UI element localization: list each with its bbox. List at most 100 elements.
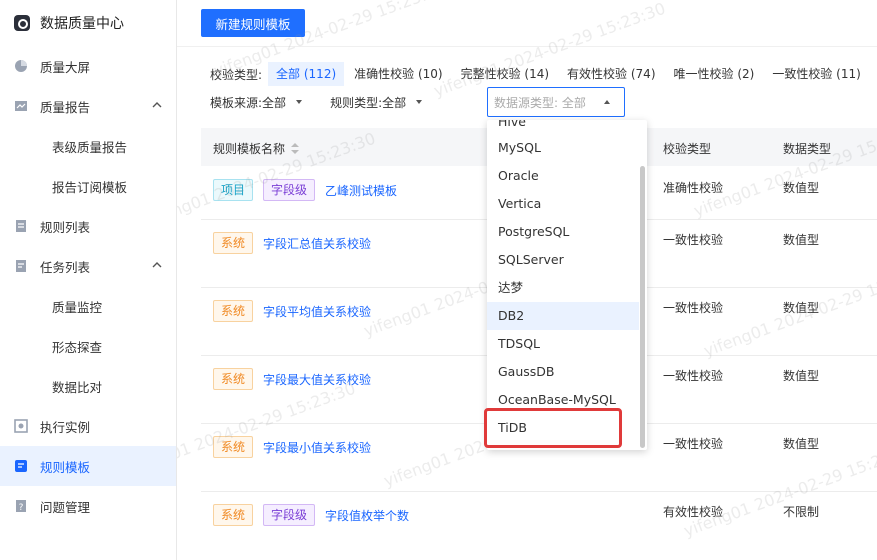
datasource-option-gaussdb[interactable]: GaussDB <box>487 358 639 386</box>
row-check-type: 一致性校验 <box>663 369 724 383</box>
chevron-up-icon <box>152 102 162 108</box>
template-name-link[interactable]: 字段最大值关系校验 <box>263 371 371 388</box>
scope-tag-system: 系统 <box>213 368 254 390</box>
sidebar-item-quality-report[interactable]: 质量报告 <box>0 86 176 126</box>
sidebar-item-data-compare[interactable]: 数据比对 <box>0 366 176 406</box>
datasource-option-vertica[interactable]: Vertica <box>487 190 639 218</box>
row-name-cell: 系统 字段平均值关系校验 <box>213 300 371 322</box>
sidebar-item-table-quality-report[interactable]: 表级质量报告 <box>0 126 176 166</box>
sidebar-item-label: 任务列表 <box>40 259 91 275</box>
column-header-name[interactable]: 规则模板名称 <box>213 140 300 157</box>
template-name-link[interactable]: 乙峰测试模板 <box>325 182 397 199</box>
template-source-label: 模板来源: <box>210 95 263 110</box>
sidebar-item-label: 质量监控 <box>52 299 103 315</box>
template-source-select[interactable]: 模板来源: 全部 <box>210 94 303 111</box>
sidebar-item-label: 问题管理 <box>40 499 91 515</box>
check-type-chip-uniqueness[interactable]: 唯一性校验 (2) <box>666 62 763 86</box>
row-data-type: 数值型 <box>783 369 820 383</box>
sidebar-item-report-subscription-template[interactable]: 报告订阅模板 <box>0 166 176 206</box>
caret-down-icon <box>296 100 303 104</box>
app-logo-icon <box>14 15 30 31</box>
datasource-type-select[interactable]: 数据源类型: 全部 <box>487 87 625 117</box>
check-type-chip-all[interactable]: 全部 (112) <box>268 62 345 86</box>
row-data-type: 数值型 <box>783 437 820 451</box>
sidebar-item-task-list[interactable]: 任务列表 <box>0 246 176 286</box>
datasource-option-tidb[interactable]: TiDB <box>487 414 639 442</box>
template-icon <box>15 460 27 472</box>
datasource-option-db2[interactable]: DB2 <box>487 302 639 330</box>
dropdown-scrollbar[interactable] <box>640 166 645 448</box>
scope-tag-project: 项目 <box>213 179 254 201</box>
row-check-type: 准确性校验 <box>663 181 724 195</box>
app-title: 数据质量中心 <box>40 16 124 32</box>
template-name-link[interactable]: 字段汇总值关系校验 <box>263 235 371 252</box>
sort-icon[interactable] <box>291 143 300 155</box>
check-type-chip-accuracy[interactable]: 准确性校验 (10) <box>346 62 450 86</box>
rule-type-label: 规则类型: <box>330 95 383 110</box>
template-name-link[interactable]: 字段平均值关系校验 <box>263 303 371 320</box>
sidebar-item-label: 质量大屏 <box>40 59 91 75</box>
rule-type-select[interactable]: 规则类型: 全部 <box>330 94 423 111</box>
check-type-chip-validity[interactable]: 有效性校验 (74) <box>559 62 663 86</box>
scope-tag-system: 系统 <box>213 436 254 458</box>
sidebar-item-label: 表级质量报告 <box>52 139 128 155</box>
row-check-type: 一致性校验 <box>663 301 724 315</box>
sidebar-item-label: 规则模板 <box>40 459 91 475</box>
chevron-up-icon <box>152 262 162 268</box>
issue-icon: ? <box>16 500 26 513</box>
sidebar-item-quality-monitor[interactable]: 质量监控 <box>0 286 176 326</box>
scope-tag-system: 系统 <box>213 504 254 526</box>
row-data-type: 数值型 <box>783 233 820 247</box>
datasource-type-dropdown: Hive MySQL Oracle Vertica PostgreSQL SQL… <box>487 120 647 450</box>
sidebar-item-profile-explore[interactable]: 形态探查 <box>0 326 176 366</box>
check-type-filter: 校验类型: 全部 (112) 准确性校验 (10) 完整性校验 (14) 有效性… <box>210 62 871 86</box>
template-source-value: 全部 <box>262 95 287 110</box>
header-divider <box>177 46 877 47</box>
table-row: 系统 字段级 字段值枚举个数 有效性校验 不限制 <box>201 492 877 560</box>
row-name-cell: 系统 字段最小值关系校验 <box>213 436 371 458</box>
new-template-button[interactable]: 新建规则模板 <box>201 9 305 37</box>
caret-up-icon <box>604 100 610 104</box>
sidebar-item-execution-instance[interactable]: 执行实例 <box>0 406 176 446</box>
datasource-option-tdsql[interactable]: TDSQL <box>487 330 639 358</box>
check-type-chip-completeness[interactable]: 完整性校验 (14) <box>453 62 557 86</box>
datasource-option-mysql[interactable]: MySQL <box>487 134 639 162</box>
row-name-cell: 系统 字段汇总值关系校验 <box>213 232 371 254</box>
datasource-option-dameng[interactable]: 达梦 <box>487 274 639 302</box>
template-name-link[interactable]: 字段值枚举个数 <box>325 507 409 524</box>
row-data-type: 数值型 <box>783 181 820 195</box>
caret-down-icon <box>416 100 423 104</box>
column-header-name-label: 规则模板名称 <box>213 142 286 156</box>
datasource-option-sqlserver[interactable]: SQLServer <box>487 246 639 274</box>
row-name-cell: 项目 字段级 乙峰测试模板 <box>213 179 397 201</box>
column-header-data-type: 数据类型 <box>783 142 832 156</box>
sidebar-item-quality-screen[interactable]: 质量大屏 <box>0 46 176 86</box>
row-check-type: 一致性校验 <box>663 233 724 247</box>
row-name-cell: 系统 字段最大值关系校验 <box>213 368 371 390</box>
row-check-type: 一致性校验 <box>663 437 724 451</box>
sidebar: 数据质量中心 质量大屏 质量报告 表级质量报告 报告订阅模板 规则列表 任务列表… <box>0 0 177 560</box>
datasource-option-postgresql[interactable]: PostgreSQL <box>487 218 639 246</box>
rule-type-value: 全部 <box>382 95 407 110</box>
datasource-option-oceanbase-mysql[interactable]: OceanBase-MySQL <box>487 386 639 414</box>
sidebar-item-label: 质量报告 <box>40 99 91 115</box>
secondary-filters: 模板来源: 全部 规则类型: 全部 <box>210 88 450 116</box>
column-header-check-type: 校验类型 <box>663 142 712 156</box>
pie-chart-icon <box>15 60 27 72</box>
check-type-chip-consistency[interactable]: 一致性校验 (11) <box>764 62 868 86</box>
template-name-link[interactable]: 字段最小值关系校验 <box>263 439 371 456</box>
sidebar-item-label: 数据比对 <box>52 379 103 395</box>
instance-icon <box>14 419 28 433</box>
sidebar-item-rule-list[interactable]: 规则列表 <box>0 206 176 246</box>
datasource-option-oracle[interactable]: Oracle <box>487 162 639 190</box>
row-name-cell: 系统 字段级 字段值枚举个数 <box>213 504 409 526</box>
level-tag-field: 字段级 <box>263 179 316 201</box>
check-type-label: 校验类型: <box>210 67 263 82</box>
sidebar-item-rule-template[interactable]: 规则模板 <box>0 446 176 486</box>
row-data-type: 不限制 <box>783 505 820 519</box>
task-list-icon <box>16 260 26 272</box>
scope-tag-system: 系统 <box>213 300 254 322</box>
sidebar-item-label: 规则列表 <box>40 219 91 235</box>
sidebar-item-issue-management[interactable]: ? 问题管理 <box>0 486 176 526</box>
brand: 数据质量中心 <box>0 0 176 46</box>
